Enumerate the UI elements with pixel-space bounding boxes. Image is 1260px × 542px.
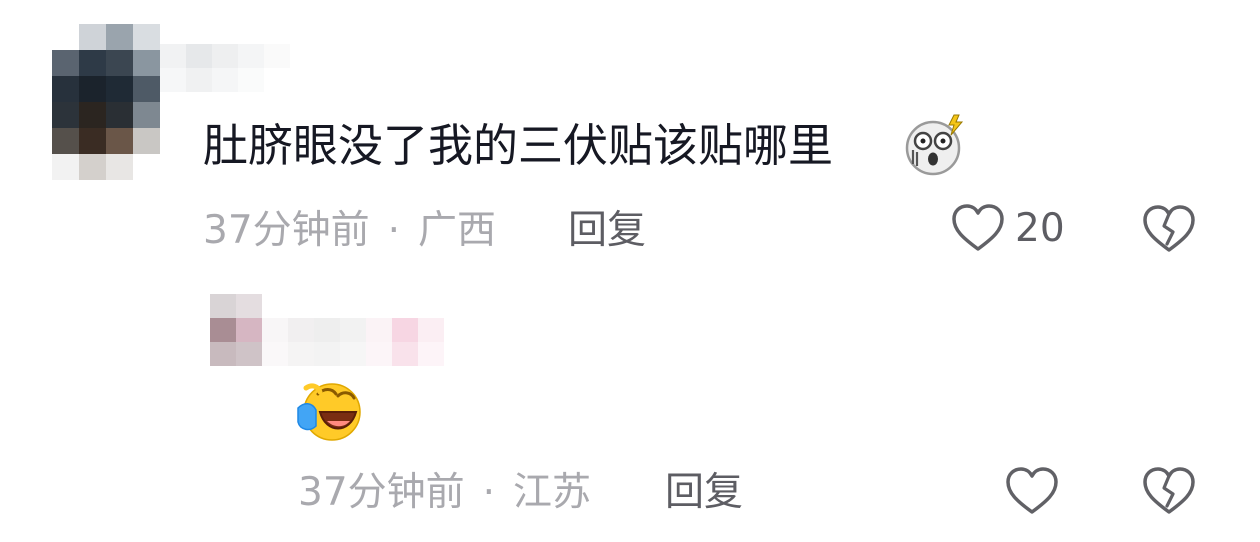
username[interactable] <box>160 44 290 92</box>
shocked-face-icon <box>905 114 964 176</box>
heart-outline-icon[interactable] <box>1005 466 1059 516</box>
location: 江苏 <box>513 470 592 515</box>
location: 广西 <box>418 208 497 253</box>
laughing-crying-face-icon <box>297 383 361 441</box>
comment-meta: 37分钟前 · 广西 <box>203 211 496 250</box>
comment-meta: 37分钟前 · 江苏 <box>298 473 591 512</box>
avatar[interactable] <box>210 294 262 366</box>
comment-text-content: 肚脐眼没了我的三伏贴该贴哪里 <box>203 119 834 172</box>
avatar[interactable] <box>52 24 160 180</box>
username[interactable] <box>262 318 444 366</box>
like-count: 20 <box>1015 205 1065 251</box>
heart-outline-icon <box>952 204 1004 251</box>
reply-button[interactable]: 回复 <box>568 211 646 250</box>
timestamp: 37分钟前 <box>203 208 370 253</box>
broken-heart-icon[interactable] <box>1142 204 1196 254</box>
timestamp: 37分钟前 <box>298 470 465 515</box>
meta-separator: · <box>482 470 496 515</box>
reply-button[interactable]: 回复 <box>665 473 743 512</box>
comment-text: 肚脐眼没了我的三伏贴该贴哪里 <box>203 118 833 174</box>
meta-separator: · <box>387 208 401 253</box>
broken-heart-icon[interactable] <box>1142 466 1196 516</box>
like-button[interactable]: 20 <box>951 203 1065 253</box>
